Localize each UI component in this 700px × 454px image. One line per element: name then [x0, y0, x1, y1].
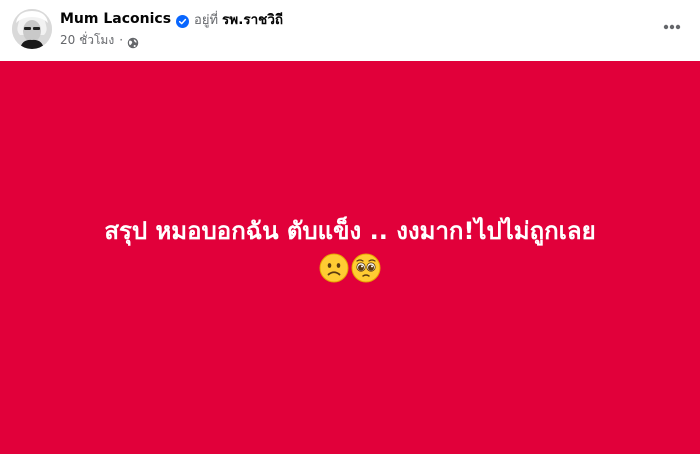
post-header: Mum Laconics อยู่ที่ รพ.ราชวิถี 20 ชั่วโ…: [0, 0, 700, 60]
author-line: Mum Laconics อยู่ที่ รพ.ราชวิถี: [60, 9, 640, 29]
post-background: สรุป หมอบอกฉัน ตับแข็ง .. งงมาก!ไปไม่ถูก…: [0, 61, 700, 454]
location-link[interactable]: รพ.ราชวิถี: [222, 8, 283, 30]
author-avatar[interactable]: [12, 9, 52, 49]
author-name[interactable]: Mum Laconics: [60, 11, 171, 27]
time-line: 20 ชั่วโมง ·: [60, 30, 640, 50]
post-meta: Mum Laconics อยู่ที่ รพ.ราชวิถี 20 ชั่วโ…: [60, 9, 640, 50]
globe-icon[interactable]: [127, 34, 139, 49]
more-options-icon[interactable]: [656, 13, 688, 41]
at-label: อยู่ที่: [194, 12, 219, 28]
emoji-row: [20, 253, 680, 283]
slightly-frowning-face-emoji: [319, 253, 349, 283]
post-time[interactable]: 20 ชั่วโมง: [60, 31, 114, 50]
post-content: สรุป หมอบอกฉัน ตับแข็ง .. งงมาก!ไปไม่ถูก…: [20, 217, 680, 283]
verified-badge-icon: [176, 13, 190, 28]
pleading-face-emoji: [351, 253, 381, 283]
separator-dot: ·: [119, 33, 124, 47]
post-text: สรุป หมอบอกฉัน ตับแข็ง .. งงมาก!ไปไม่ถูก…: [104, 216, 596, 245]
